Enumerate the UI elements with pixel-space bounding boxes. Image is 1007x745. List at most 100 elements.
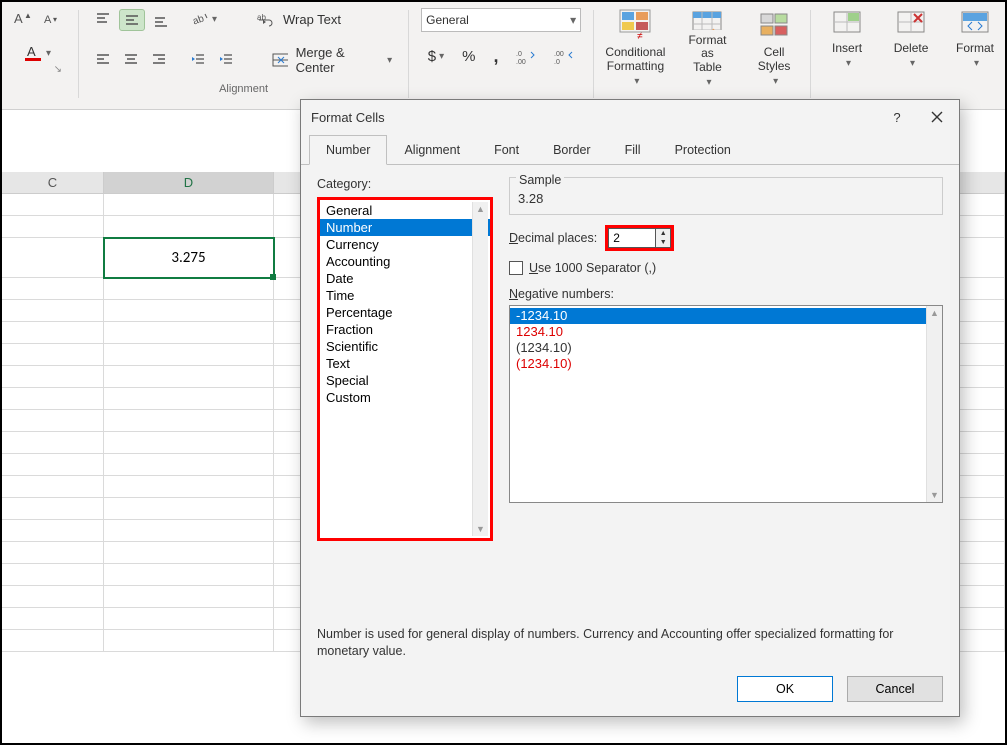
tab-fill[interactable]: Fill: [608, 135, 658, 165]
comma-format-button[interactable]: ,: [489, 44, 502, 69]
format-as-table-button[interactable]: Format as Table: [675, 4, 740, 92]
cell-d-selected[interactable]: 3.275: [104, 238, 274, 278]
ok-button[interactable]: OK: [737, 676, 833, 702]
category-scrollbar[interactable]: ▲▼: [472, 202, 488, 536]
delete-cells-button[interactable]: Delete: [881, 4, 941, 92]
svg-text:ab: ab: [193, 13, 206, 27]
align-bottom-button[interactable]: [149, 10, 173, 30]
close-icon: [931, 111, 943, 123]
decrease-decimal-icon: .00.0: [554, 49, 574, 65]
column-header-d[interactable]: D: [104, 172, 274, 194]
svg-text:▲: ▲: [24, 11, 32, 20]
column-header-c[interactable]: C: [2, 172, 104, 194]
negative-numbers-list[interactable]: -1234.10 1234.10 (1234.10) (1234.10) ▲▼: [509, 305, 943, 503]
negative-numbers-label: Negative numbers:: [509, 287, 943, 301]
category-item-scientific[interactable]: Scientific: [320, 338, 490, 355]
negative-scrollbar[interactable]: ▲▼: [926, 306, 942, 502]
category-list[interactable]: General Number Currency Accounting Date …: [317, 197, 493, 541]
neg-item-3[interactable]: (1234.10): [510, 356, 942, 372]
neg-item-0[interactable]: -1234.10: [510, 308, 942, 324]
dialog-buttons: OK Cancel: [301, 666, 959, 716]
wrap-text-button[interactable]: ab Wrap Text: [253, 8, 349, 31]
conditional-formatting-button[interactable]: ≠ Conditional Formatting: [600, 4, 671, 92]
cancel-button[interactable]: Cancel: [847, 676, 943, 702]
dialog-tabs: Number Alignment Font Border Fill Protec…: [301, 134, 959, 165]
svg-text:A: A: [27, 44, 36, 59]
category-item-special[interactable]: Special: [320, 372, 490, 389]
insert-cells-button[interactable]: Insert: [817, 4, 877, 92]
category-item-accounting[interactable]: Accounting: [320, 253, 490, 270]
cell-c[interactable]: [2, 238, 104, 278]
dialog-close-button[interactable]: [917, 102, 957, 132]
decrease-indent-button[interactable]: [186, 50, 210, 70]
format-cells-dialog: Format Cells ? Number Alignment Font Bor…: [300, 99, 960, 717]
category-item-general[interactable]: General: [320, 202, 490, 219]
align-middle-icon: [124, 12, 140, 28]
category-item-currency[interactable]: Currency: [320, 236, 490, 253]
use-1000-separator-label: Use 1000 Separator (,): [529, 261, 656, 275]
delete-cells-label: Delete: [894, 42, 929, 56]
align-top-button[interactable]: [91, 10, 115, 30]
decimal-places-label: Decimal places:: [509, 231, 597, 245]
align-middle-button[interactable]: [119, 9, 145, 31]
number-group: General ▾ $ % , .0.00 .00.0: [415, 4, 587, 69]
format-cells-icon: [958, 8, 992, 38]
tab-font[interactable]: Font: [477, 135, 536, 165]
ribbon: A▲ A▾ A ↘: [2, 2, 1005, 110]
currency-icon: $: [428, 48, 436, 65]
align-left-button[interactable]: [91, 50, 115, 70]
neg-item-1[interactable]: 1234.10: [510, 324, 942, 340]
align-center-button[interactable]: [119, 50, 143, 70]
svg-text:≠: ≠: [637, 31, 643, 42]
increase-decimal-button[interactable]: .0.00: [512, 47, 540, 67]
use-1000-separator-checkbox[interactable]: [509, 261, 523, 275]
svg-text:.0: .0: [554, 59, 560, 65]
dialog-body: Category: General Number Currency Accoun…: [301, 165, 959, 666]
increase-indent-button[interactable]: [214, 50, 238, 70]
category-item-text[interactable]: Text: [320, 355, 490, 372]
category-item-time[interactable]: Time: [320, 287, 490, 304]
cell-styles-label: Cell Styles: [758, 46, 791, 74]
align-top-icon: [95, 12, 111, 28]
category-item-fraction[interactable]: Fraction: [320, 321, 490, 338]
font-color-button[interactable]: A: [21, 42, 55, 64]
decrease-font-button[interactable]: A▾: [40, 8, 66, 28]
decrease-decimal-button[interactable]: .00.0: [550, 47, 578, 67]
decrease-font-icon: A▾: [44, 10, 62, 26]
decimal-spin-up[interactable]: ▲: [656, 229, 670, 238]
increase-decimal-icon: .0.00: [516, 49, 536, 65]
neg-item-2[interactable]: (1234.10): [510, 340, 942, 356]
svg-text:.00: .00: [554, 51, 564, 58]
align-right-button[interactable]: [147, 50, 171, 70]
percent-format-button[interactable]: %: [458, 46, 479, 67]
font-dialog-launcher[interactable]: ↘: [50, 64, 66, 75]
sample-label: Sample: [516, 173, 564, 187]
tab-protection[interactable]: Protection: [658, 135, 748, 165]
increase-font-button[interactable]: A▲: [10, 8, 36, 28]
tab-border[interactable]: Border: [536, 135, 608, 165]
format-cells-button[interactable]: Format: [945, 4, 1005, 92]
tab-number[interactable]: Number: [309, 135, 387, 165]
category-item-percentage[interactable]: Percentage: [320, 304, 490, 321]
cell-styles-button[interactable]: Cell Styles: [744, 4, 804, 92]
format-as-table-label: Format as Table: [683, 34, 732, 75]
decimal-spin-down[interactable]: ▼: [656, 238, 670, 247]
delete-cells-icon: [894, 8, 928, 38]
wrap-text-label: Wrap Text: [279, 10, 345, 29]
number-format-combo[interactable]: General ▾: [421, 8, 581, 32]
percent-icon: %: [462, 48, 475, 65]
svg-text:ab: ab: [257, 13, 266, 22]
decimal-places-input[interactable]: [608, 228, 656, 248]
alignment-group: ab ab Wrap Text: [85, 4, 402, 95]
increase-indent-icon: [218, 52, 234, 68]
tab-alignment[interactable]: Alignment: [387, 135, 477, 165]
align-right-icon: [151, 52, 167, 68]
accounting-format-button[interactable]: $: [424, 46, 448, 67]
svg-text:▾: ▾: [53, 15, 57, 24]
merge-center-button[interactable]: Merge & Center: [268, 41, 396, 79]
category-item-custom[interactable]: Custom: [320, 389, 490, 406]
dialog-help-button[interactable]: ?: [877, 102, 917, 132]
category-item-number[interactable]: Number: [320, 219, 490, 236]
orientation-button[interactable]: ab: [189, 10, 221, 30]
category-item-date[interactable]: Date: [320, 270, 490, 287]
